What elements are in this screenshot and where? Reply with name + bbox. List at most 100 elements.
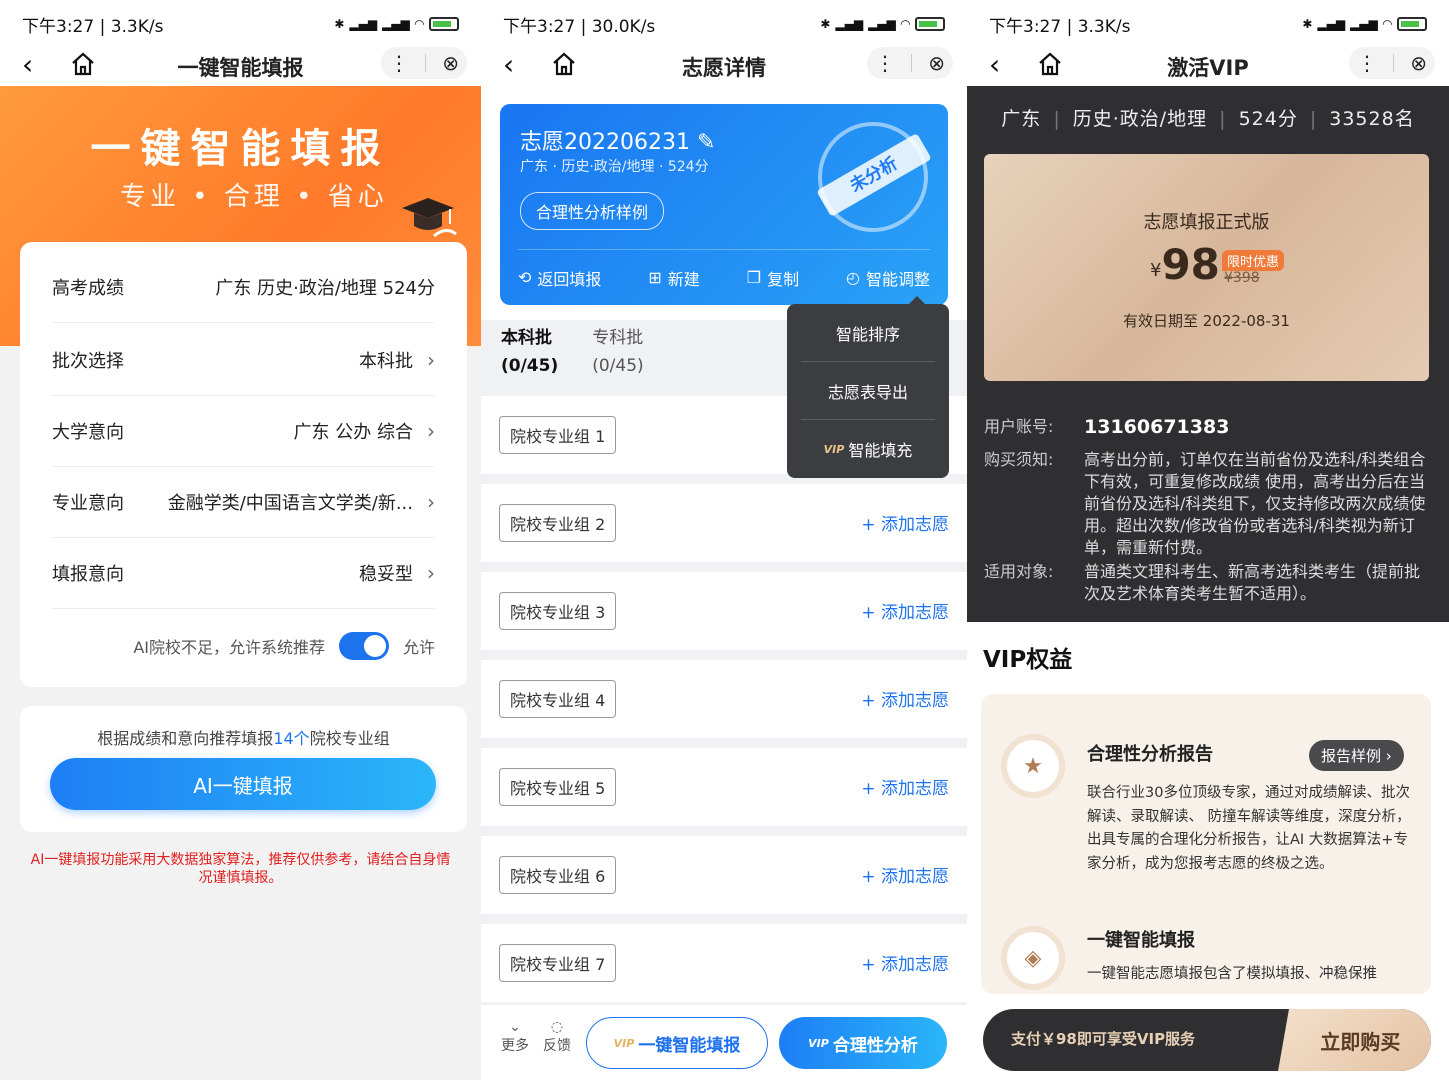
benefit-title: 一键智能填报 <box>1087 930 1195 951</box>
more-button[interactable]: ⌄ 更多 <box>501 1019 529 1055</box>
row-batch[interactable]: 批次选择 本科批 › <box>52 325 435 396</box>
tab-vocational[interactable]: 专科批 (0/45) <box>592 324 643 380</box>
plan-card: 志愿202206231 ✎ 广东 · 历史·政治/地理 · 524分 合理性分析… <box>500 104 948 305</box>
price-card[interactable]: 志愿填报正式版 ¥98 限时优惠 ¥398 有效日期至 2022-08-31 <box>984 154 1429 381</box>
panel-smart-fill: 下午3:27 | 3.3K/s ✱ ▂▄▆ ▂▄▆ ◠ ‹ 一键智能填报 ⋮ ⊗ 一键智… <box>0 0 481 1080</box>
wifi-icon: ◠ <box>1382 17 1392 31</box>
nav-bar: ‹ 志愿详情 ⋮ ⊗ <box>481 47 967 86</box>
menu-item-sort[interactable]: 智能排序 <box>801 304 935 362</box>
battery-icon <box>429 17 459 31</box>
add-choice-button[interactable]: + 添加志愿 <box>861 510 949 535</box>
target-label: 适用对象: <box>984 562 1054 581</box>
copy-button[interactable]: ❐ 复制 <box>747 266 799 290</box>
buy-label: 立即购买 <box>1320 1029 1401 1054</box>
tab-name: 专科批 <box>592 328 644 348</box>
price-value: 98 <box>1161 240 1220 289</box>
benefit-desc: 一键智能志愿填报包含了模拟填报、冲稳保推 <box>1087 966 1377 982</box>
smart-adjust-menu: 智能排序 志愿表导出 VIP 智能填充 <box>787 296 949 478</box>
more-icon[interactable]: ⋮ <box>1357 51 1377 75</box>
rec-suffix: 院校专业组 <box>309 729 390 748</box>
add-choice-button[interactable]: + 添加志愿 <box>861 862 949 887</box>
row-score[interactable]: 高考成绩 广东 历史·政治/地理 524分 <box>52 252 435 323</box>
allow-toggle[interactable] <box>338 632 389 660</box>
row-value: 本科批 <box>359 351 413 372</box>
tab-name: 本科批 <box>501 328 552 348</box>
group-tag: 院校专业组 3 <box>499 592 617 630</box>
report-sample-button[interactable]: 报告样例 › <box>1309 740 1404 771</box>
tab-undergrad[interactable]: 本科批 (0/45) <box>501 324 558 380</box>
vip-badge: VIP <box>808 1036 829 1050</box>
close-icon[interactable]: ⊗ <box>442 51 459 75</box>
batch-tabs: 本科批 (0/45) 专科批 (0/45) <box>501 324 644 380</box>
plan-name[interactable]: 志愿202206231 ✎ <box>520 124 715 156</box>
recommend-text: 根据成绩和意向推荐填报14个院校专业组 <box>20 725 467 749</box>
pay-bar: 支付￥98即可享受VIP服务 立即购买 <box>983 1009 1431 1071</box>
mini-capsule: ⋮ ⊗ <box>381 47 467 79</box>
smart-fill-button[interactable]: VIP 一键智能填报 <box>586 1017 768 1069</box>
compass-icon: ◴ <box>846 268 860 287</box>
status-icons: ✱ ▂▄▆ ▂▄▆ ◠ <box>1302 17 1427 31</box>
feedback-button[interactable]: ◌ 反馈 <box>543 1019 571 1055</box>
menu-item-export[interactable]: 志愿表导出 <box>801 362 935 420</box>
plan-name-text: 志愿202206231 <box>520 130 690 155</box>
add-choice-button[interactable]: + 添加志愿 <box>861 598 949 623</box>
close-icon[interactable]: ⊗ <box>1410 51 1427 75</box>
ai-fill-button[interactable]: AI一键填报 <box>50 758 436 810</box>
account-value: 13160671383 <box>1084 416 1230 438</box>
mini-capsule: ⋮ ⊗ <box>867 47 953 79</box>
row-major[interactable]: 专业意向 金融学类/中国语言文学类/新... › <box>52 467 435 538</box>
more-icon[interactable]: ⋮ <box>875 51 895 75</box>
list-item: 院校专业组 5 + 添加志愿 <box>481 748 967 826</box>
smart-adjust-button[interactable]: ◴ 智能调整 <box>846 266 930 290</box>
nav-bar: ‹ 激活VIP ⋮ ⊗ <box>967 47 1449 86</box>
panel-activate-vip: 下午3:27 | 3.3K/s ✱ ▂▄▆ ▂▄▆ ◠ ‹ 激活VIP ⋮ ⊗ 广东 | 历… <box>967 0 1449 1080</box>
group-tag: 院校专业组 2 <box>499 504 617 542</box>
notice-text: 高考出分前，订单仅在当前省份及选科/科类组合下有效，可重复修改成绩 使用，高考出… <box>1084 450 1426 557</box>
add-choice-button[interactable]: + 添加志愿 <box>861 774 949 799</box>
benefits-card: ★ 合理性分析报告 报告样例 › 联合行业30多位顶级专家，通过对成绩解读、批次… <box>981 694 1431 994</box>
limited-offer-badge: 限时优惠 <box>1222 250 1285 271</box>
subjects: 历史·政治/地理 <box>1072 108 1208 130</box>
score: 524分 <box>1238 108 1298 130</box>
target-row: 适用对象: 普通类文理科考生、新高考选科类考生（提前批次及艺术体育类考生暂不适用）… <box>984 561 1431 605</box>
price: ¥98 <box>1150 240 1220 289</box>
warning-text: AI一键填报功能采用大数据独家算法，推荐仅供参考，请结合自身情况谨慎填报。 <box>30 852 451 886</box>
report-icon: ★ <box>1001 734 1065 798</box>
row-label: 批次选择 <box>52 351 124 372</box>
form-card: 高考成绩 广东 历史·政治/地理 524分 批次选择 本科批 › 大学意向 广东 公办 … <box>20 242 467 687</box>
plus-square-icon: ⊞ <box>648 268 662 287</box>
analysis-sample-button[interactable]: 合理性分析样例 <box>520 192 665 230</box>
add-choice-button[interactable]: + 添加志愿 <box>861 950 949 975</box>
status-time: 下午3:27 | 3.3K/s <box>22 16 164 37</box>
signal-icon: ▂▄▆ <box>1317 17 1346 31</box>
more-icon[interactable]: ⋮ <box>389 51 409 75</box>
menu-item-autofill[interactable]: VIP 智能填充 <box>801 420 935 478</box>
rank: 33528名 <box>1329 108 1415 130</box>
menu-label: 智能填充 <box>848 441 913 460</box>
buy-now-button[interactable]: 立即购买 <box>1277 1009 1431 1071</box>
chevron-down-double-icon: ⌄ <box>509 1019 521 1035</box>
plan-info: 广东 · 历史·政治/地理 · 524分 <box>520 159 709 175</box>
rec-prefix: 根据成绩和意向推荐填报 <box>97 729 274 748</box>
battery-icon <box>1397 17 1427 31</box>
row-label: 专业意向 <box>52 493 124 514</box>
add-choice-button[interactable]: + 添加志愿 <box>861 686 949 711</box>
row-value: 广东 公办 综合 <box>293 422 413 443</box>
edit-icon[interactable]: ✎ <box>697 130 715 155</box>
row-label: 填报意向 <box>52 564 124 585</box>
province: 广东 <box>1001 108 1042 130</box>
row-university[interactable]: 大学意向 广东 公办 综合 › <box>52 396 435 467</box>
close-icon[interactable]: ⊗ <box>928 51 945 75</box>
analysis-button[interactable]: VIP 合理性分析 <box>779 1017 947 1069</box>
list-item: 院校专业组 3 + 添加志愿 <box>481 572 967 650</box>
bluetooth-icon: ✱ <box>820 17 831 31</box>
nav-bar: ‹ 一键智能填报 ⋮ ⊗ <box>0 47 481 86</box>
wifi-icon: ◠ <box>414 17 424 31</box>
vip-badge: VIP <box>823 442 845 456</box>
back-to-fill-button[interactable]: ⟲ 返回填报 <box>518 266 601 290</box>
signal-icon: ▂▄▆ <box>868 17 896 31</box>
signal-icon: ▂▄▆ <box>382 17 410 31</box>
new-button[interactable]: ⊞ 新建 <box>648 266 699 290</box>
status-icons: ✱ ▂▄▆ ▂▄▆ ◠ <box>820 17 945 31</box>
row-intent[interactable]: 填报意向 稳妥型 › <box>52 538 435 609</box>
